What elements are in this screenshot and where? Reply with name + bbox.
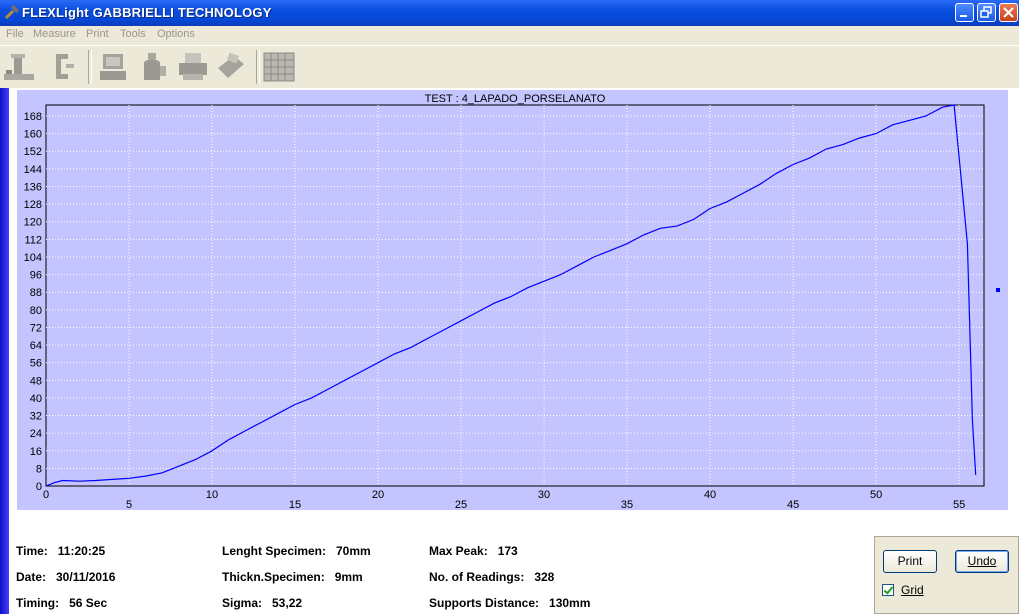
menu-options[interactable]: Options <box>157 28 195 40</box>
y-tick-label: 152 <box>24 146 42 158</box>
y-tick-label: 48 <box>30 375 42 387</box>
x-tick-label: 0 <box>43 489 49 501</box>
y-tick-label: 96 <box>30 270 42 282</box>
y-tick-label: 40 <box>30 393 42 405</box>
y-tick-label: 88 <box>30 287 42 299</box>
toolbar-computer-button[interactable] <box>96 50 130 84</box>
toolbar-bottle-button[interactable] <box>136 50 170 84</box>
minimize-icon <box>960 15 967 17</box>
toolbar-grid-button[interactable] <box>262 50 296 84</box>
clamp-icon <box>56 54 74 79</box>
x-tick-label: 5 <box>126 499 132 511</box>
y-tick-label: 56 <box>30 358 42 370</box>
title-bar: FLEXLight GABBRIELLI TECHNOLOGY <box>0 0 1019 26</box>
new-test-icon <box>4 54 34 80</box>
toolbar-fax-button[interactable] <box>214 50 248 84</box>
action-panel: Print Undo Grid <box>874 536 1019 614</box>
info-readings: No. of Readings: 328 <box>429 570 555 584</box>
info-max-peak: Max Peak: 173 <box>429 544 518 558</box>
printer-icon <box>179 53 207 80</box>
y-tick-label: 24 <box>30 428 42 440</box>
x-tick-label: 15 <box>289 499 301 511</box>
restore-icon <box>980 6 992 18</box>
x-tick-label: 25 <box>455 499 467 511</box>
info-supports-distance: Supports Distance: 130mm <box>429 596 591 610</box>
fax-icon <box>218 52 244 78</box>
y-tick-label: 128 <box>24 199 42 211</box>
x-tick-label: 30 <box>538 489 550 501</box>
close-icon <box>1003 7 1014 18</box>
menu-bar: File Measure Print Tools Options <box>0 26 1019 45</box>
x-tick-label: 20 <box>372 489 384 501</box>
undo-button[interactable]: Undo <box>955 550 1009 573</box>
grid-icon <box>263 52 295 82</box>
y-tick-label: 120 <box>24 217 42 229</box>
chart-title: TEST : 4_LAPADO_PORSELANATO <box>425 93 606 105</box>
toolbar-clamp-button[interactable] <box>46 50 80 84</box>
toolbar-separator <box>88 50 92 84</box>
plot-area <box>45 104 985 487</box>
info-thickness-specimen: Thickn.Specimen: 9mm <box>222 570 363 584</box>
toolbar-printer-button[interactable] <box>176 50 210 84</box>
left-strip <box>0 88 9 614</box>
toolbar-separator <box>256 50 260 84</box>
y-tick-label: 32 <box>30 411 42 423</box>
menu-tools[interactable]: Tools <box>120 28 146 40</box>
info-time: Time: 11:20:25 <box>16 544 106 558</box>
minimize-button[interactable] <box>955 3 974 22</box>
y-tick-label: 168 <box>24 111 42 123</box>
window-title: FLEXLight GABBRIELLI TECHNOLOGY <box>22 5 272 20</box>
hammer-icon <box>4 5 20 20</box>
y-tick-label: 16 <box>30 446 42 458</box>
chart-side-marker <box>996 287 1000 292</box>
x-tick-label: 55 <box>953 499 965 511</box>
computer-icon <box>100 54 126 80</box>
y-tick-label: 104 <box>24 252 42 264</box>
y-tick-label: 80 <box>30 305 42 317</box>
menu-measure[interactable]: Measure <box>33 28 76 40</box>
print-button[interactable]: Print <box>883 550 937 573</box>
grid-checkbox-label: Grid <box>901 583 924 597</box>
y-tick-label: 136 <box>24 181 42 193</box>
x-tick-label: 45 <box>787 499 799 511</box>
close-button[interactable] <box>999 3 1018 22</box>
y-tick-label: 112 <box>24 234 42 246</box>
info-date: Date: 30/11/2016 <box>16 570 116 584</box>
info-sigma: Sigma: 53,22 <box>222 596 303 610</box>
load-chart: 0 8 16 24 32 40 48 56 64 72 80 88 96 104 112 120 128 136 1… <box>17 90 1008 511</box>
y-tick-label: 64 <box>30 340 42 352</box>
restore-button[interactable] <box>977 3 996 22</box>
y-tick-label: 0 <box>36 481 42 493</box>
x-tick-label: 35 <box>621 499 633 511</box>
menu-print[interactable]: Print <box>86 28 109 40</box>
toolbar <box>0 45 1019 89</box>
y-tick-label: 160 <box>24 129 42 141</box>
info-timing: Timing: 56 Sec <box>16 596 108 610</box>
grid-checkbox[interactable] <box>882 584 894 596</box>
toolbar-new-test-button[interactable] <box>2 50 36 84</box>
menu-file[interactable]: File <box>6 28 24 40</box>
x-tick-label: 10 <box>206 489 218 501</box>
y-tick-label: 144 <box>24 164 42 176</box>
left-strip-white <box>9 88 17 614</box>
x-tick-label: 50 <box>870 489 882 501</box>
y-tick-label: 72 <box>30 322 42 334</box>
bottle-icon <box>144 53 166 80</box>
main-area: 0 8 16 24 32 40 48 56 64 72 80 88 96 104 112 120 128 136 1… <box>16 88 1019 614</box>
info-length-specimen: Lenght Specimen: 70mm <box>222 544 371 558</box>
x-tick-label: 40 <box>704 489 716 501</box>
y-tick-label: 8 <box>36 463 42 475</box>
